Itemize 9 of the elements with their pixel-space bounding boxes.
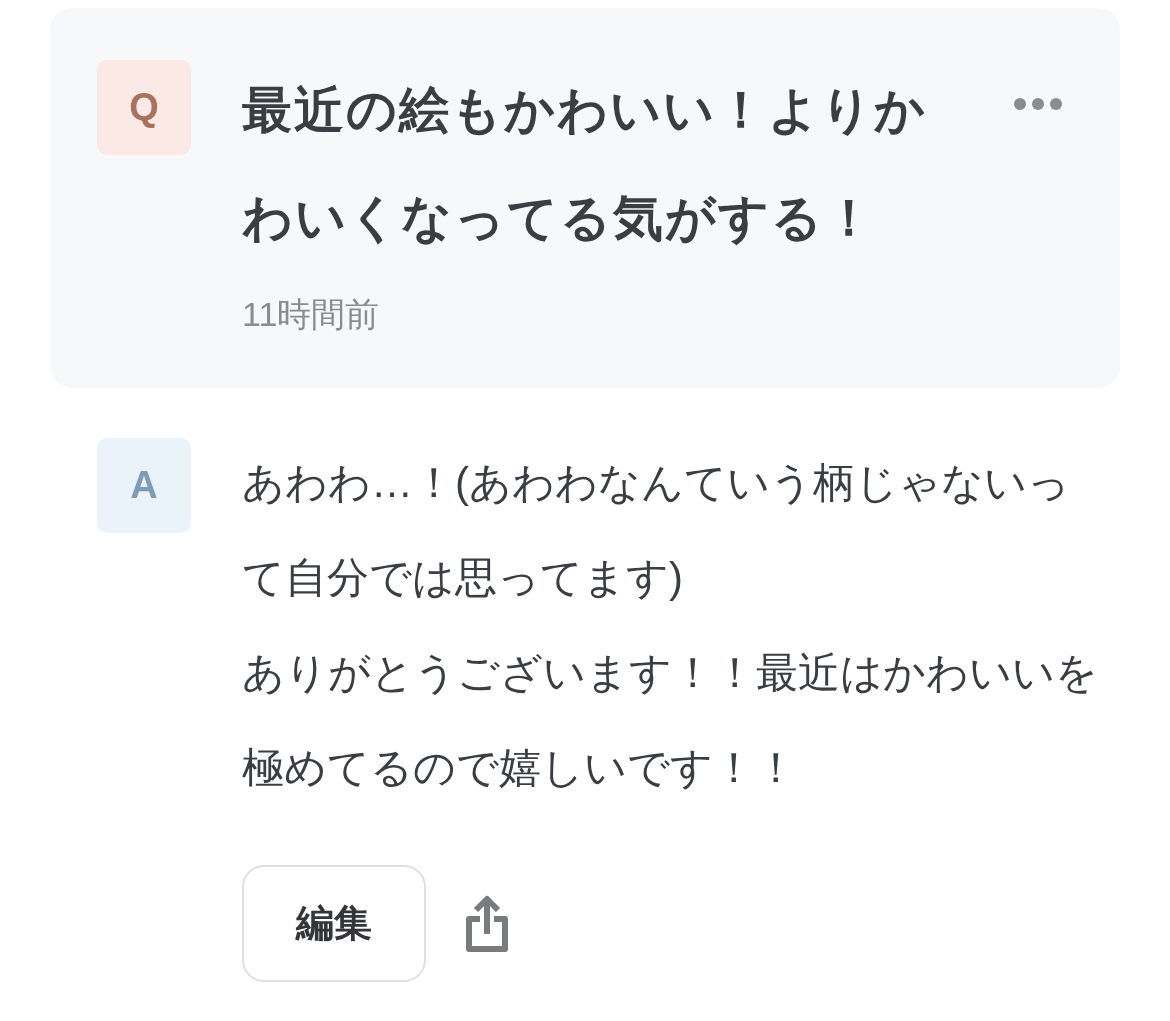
answer-badge: A — [97, 438, 191, 533]
question-time: 11時間前 — [242, 294, 380, 335]
edit-button[interactable]: 編集 — [242, 865, 426, 982]
question-text: 最近の絵もかわいい！よりかわいくなってる気がする！ — [242, 81, 928, 248]
share-icon[interactable] — [463, 893, 511, 954]
question-badge: Q — [97, 60, 191, 155]
answer-text: ありがとうございます！！最近はかわいいを極めてるので嬉しいです！！ — [242, 648, 1099, 793]
more-icon[interactable] — [1014, 98, 1062, 110]
answer-text: あわわ…！(あわわなんていう柄じゃないって自分では思ってます) — [242, 458, 1071, 603]
